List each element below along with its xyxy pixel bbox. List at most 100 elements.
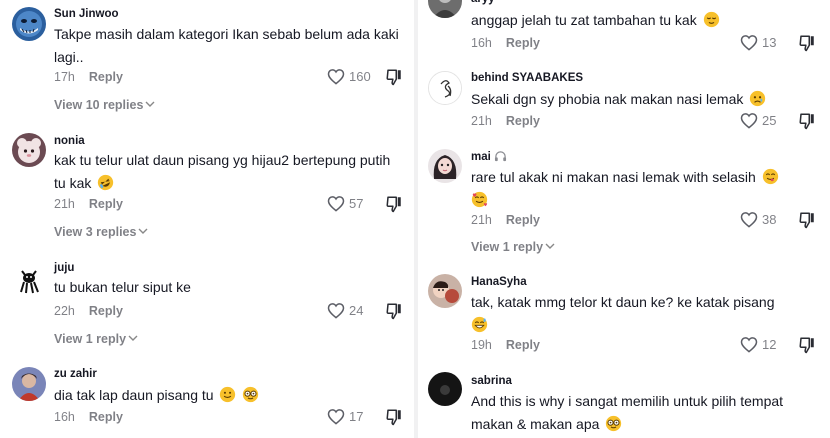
comment-text: tu bukan telur siput ke	[54, 276, 404, 299]
slight-smile-emoji-icon	[220, 386, 236, 403]
avatar[interactable]	[12, 133, 46, 167]
comment-time: 21h	[54, 197, 75, 211]
comment-text-body: And this is why i sangat memilih untuk p…	[471, 393, 784, 432]
comment-text-body: anggap jelah tu zat tambahan tu kak	[471, 12, 697, 28]
comment-text-body: tu bukan telur siput ke	[54, 279, 191, 295]
comment-meta: 21h Reply	[471, 114, 540, 128]
thumbs-down-icon[interactable]	[385, 195, 403, 213]
view-replies-button[interactable]: View 3 replies	[54, 225, 148, 239]
yum-emoji-icon	[762, 168, 778, 185]
comment-time: 16h	[471, 36, 492, 50]
thumbs-down-icon[interactable]	[385, 68, 403, 86]
thumbs-down-icon[interactable]	[798, 211, 816, 229]
thumbs-down-icon[interactable]	[798, 336, 816, 354]
nerd-emoji-icon	[606, 415, 622, 432]
username-label: mai	[471, 151, 491, 163]
comment-text: And this is why i sangat memilih untuk p…	[471, 390, 826, 436]
comment-time: 16h	[54, 410, 75, 424]
comment-time: 21h	[471, 114, 492, 128]
comment-username[interactable]: HanaSyha	[471, 276, 527, 288]
comment-username[interactable]: zu zahir	[54, 368, 97, 380]
reply-button[interactable]: Reply	[89, 410, 123, 424]
heart-icon	[740, 35, 758, 51]
chevron-down-icon	[545, 243, 555, 249]
heart-icon	[327, 303, 345, 319]
view-replies-label: View 1 reply	[54, 332, 127, 346]
view-replies-button[interactable]: View 10 replies	[54, 98, 155, 112]
smiling-hearts-emoji-icon	[471, 191, 488, 208]
reply-button[interactable]: Reply	[506, 36, 540, 50]
comment-text-body: tak, katak mmg telor kt daun ke? ke kata…	[471, 294, 775, 310]
comment-meta: 16h Reply	[471, 36, 540, 50]
comment-meta: 17h Reply	[54, 70, 123, 84]
like-button[interactable]: 160	[327, 68, 371, 85]
left-comment-panel: Sun Jinwoo Takpe masih dalam kategori Ik…	[0, 0, 414, 438]
comment-username[interactable]: mai	[471, 150, 507, 163]
comment-text-body: Takpe masih dalam kategori Ikan sebab be…	[54, 26, 399, 65]
heart-icon	[327, 196, 345, 212]
comment-time: 17h	[54, 70, 75, 84]
view-replies-button[interactable]: View 1 reply	[471, 240, 555, 254]
comment-text: Takpe masih dalam kategori Ikan sebab be…	[54, 23, 404, 69]
heart-icon	[740, 212, 758, 228]
right-comment-panel: aryy anggap jelah tu zat tambahan tu kak…	[418, 0, 830, 438]
avatar[interactable]	[428, 149, 462, 183]
comment-username[interactable]: sabrina	[471, 375, 512, 387]
chevron-down-icon	[138, 228, 148, 234]
avatar[interactable]	[12, 262, 46, 296]
chevron-down-icon	[145, 101, 155, 107]
comment-text: rare tul akak ni makan nasi lemak with s…	[471, 166, 821, 212]
comment-time: 19h	[471, 338, 492, 352]
avatar[interactable]	[428, 0, 462, 18]
like-button[interactable]: 24	[327, 302, 363, 319]
comment-meta: 22h Reply	[54, 304, 123, 318]
heart-icon	[327, 69, 345, 85]
comment-username[interactable]: juju	[54, 262, 74, 274]
view-replies-label: View 3 replies	[54, 225, 137, 239]
sad-emoji-icon	[750, 90, 766, 107]
heart-icon	[740, 113, 758, 129]
reply-button[interactable]: Reply	[89, 70, 123, 84]
reply-button[interactable]: Reply	[506, 114, 540, 128]
comment-username[interactable]: Sun Jinwoo	[54, 8, 119, 20]
thumbs-down-icon[interactable]	[798, 34, 816, 52]
like-count: 12	[762, 337, 777, 352]
comment-text-body: dia tak lap daun pisang tu	[54, 387, 214, 403]
rofl-emoji-icon	[98, 174, 114, 191]
like-count: 57	[349, 196, 364, 211]
view-replies-button[interactable]: View 1 reply	[54, 332, 138, 346]
avatar[interactable]	[428, 372, 462, 406]
avatar[interactable]	[428, 274, 462, 308]
like-button[interactable]: 12	[740, 336, 776, 353]
like-button[interactable]: 13	[740, 34, 776, 51]
like-button[interactable]: 25	[740, 112, 776, 129]
reply-button[interactable]: Reply	[506, 213, 540, 227]
avatar[interactable]	[428, 71, 462, 105]
heart-icon	[740, 337, 758, 353]
chevron-down-icon	[128, 335, 138, 341]
comment-username[interactable]: behind SYAABAKES	[471, 72, 583, 84]
like-count: 25	[762, 113, 777, 128]
comment-text: tak, katak mmg telor kt daun ke? ke kata…	[471, 291, 821, 337]
comment-time: 21h	[471, 213, 492, 227]
like-button[interactable]: 57	[327, 195, 363, 212]
comment-username[interactable]: aryy	[471, 0, 495, 5]
thumbs-down-icon[interactable]	[385, 302, 403, 320]
heart-icon	[327, 409, 345, 425]
comment-time: 22h	[54, 304, 75, 318]
reply-button[interactable]: Reply	[89, 304, 123, 318]
reply-button[interactable]: Reply	[506, 338, 540, 352]
thumbs-down-icon[interactable]	[798, 112, 816, 130]
avatar[interactable]	[12, 367, 46, 401]
like-button[interactable]: 38	[740, 211, 776, 228]
thumbs-down-icon[interactable]	[385, 408, 403, 426]
avatar[interactable]	[12, 7, 46, 41]
like-count: 160	[349, 69, 371, 84]
like-button[interactable]: 17	[327, 408, 363, 425]
nerd-emoji-icon	[243, 386, 259, 403]
comment-username[interactable]: nonia	[54, 135, 85, 147]
comment-text: Sekali dgn sy phobia nak makan nasi lema…	[471, 88, 821, 111]
comment-meta: 21h Reply	[54, 197, 123, 211]
reply-button[interactable]: Reply	[89, 197, 123, 211]
comment-text: anggap jelah tu zat tambahan tu kak	[471, 9, 821, 32]
